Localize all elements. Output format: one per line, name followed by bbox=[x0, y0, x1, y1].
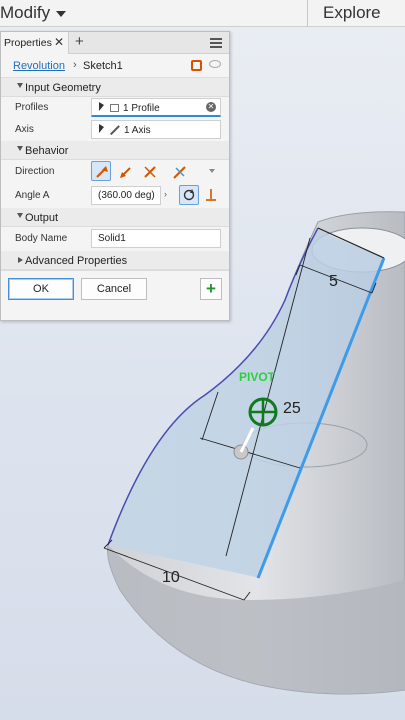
ribbon-separator bbox=[307, 0, 308, 27]
cancel-button[interactable]: Cancel bbox=[81, 278, 147, 300]
tab-properties-label: Properties bbox=[4, 37, 52, 49]
profiles-selector[interactable]: 1 Profile ✕ bbox=[91, 98, 221, 117]
tab-properties[interactable]: Properties ✕ bbox=[1, 32, 69, 54]
command-link[interactable]: Revolution bbox=[13, 60, 65, 72]
panel-buttons: OK Cancel + bbox=[1, 270, 229, 308]
hamburger-menu-icon[interactable] bbox=[210, 38, 222, 48]
axis-value: 1 Axis bbox=[124, 125, 151, 136]
chevron-down-icon[interactable] bbox=[209, 169, 215, 173]
direction-asymmetric-button[interactable] bbox=[169, 161, 189, 181]
angle-terminator-icon[interactable] bbox=[204, 187, 218, 206]
axis-row: Axis 1 Axis bbox=[1, 119, 229, 141]
eye-icon[interactable] bbox=[209, 60, 221, 68]
direction-row: Direction bbox=[1, 160, 229, 184]
axis-selector[interactable]: 1 Axis bbox=[91, 120, 221, 139]
dimension-top[interactable]: 5 bbox=[329, 273, 338, 290]
explore-tab[interactable]: Explore bbox=[323, 3, 381, 23]
clear-selection-icon[interactable]: ✕ bbox=[206, 102, 216, 112]
ribbon: Modify Explore bbox=[0, 0, 405, 27]
collapse-triangle-icon bbox=[17, 83, 23, 88]
rotate-icon bbox=[183, 189, 195, 201]
chevron-right-icon: › bbox=[73, 59, 77, 71]
direction-flip-icon bbox=[120, 167, 131, 178]
section-output[interactable]: Output bbox=[1, 208, 229, 227]
axis-label: Axis bbox=[15, 124, 34, 135]
angle-label: Angle A bbox=[15, 190, 50, 201]
add-new-icon[interactable]: + bbox=[200, 278, 222, 300]
add-tab-icon[interactable]: + bbox=[75, 33, 84, 50]
profile-icon bbox=[110, 104, 119, 112]
chevron-down-icon bbox=[56, 10, 67, 17]
section-advanced-label: Advanced Properties bbox=[25, 255, 128, 267]
angle-input[interactable]: (360.00 deg) bbox=[91, 186, 161, 205]
section-behavior-label: Behavior bbox=[25, 145, 69, 157]
properties-panel: Properties ✕ + Revolution › Sketch1 Inpu… bbox=[0, 31, 230, 321]
section-input-geometry[interactable]: Input Geometry bbox=[1, 78, 229, 97]
expand-triangle-icon bbox=[18, 257, 23, 263]
pivot-label: PIVOT bbox=[239, 370, 276, 384]
axis-line-icon bbox=[110, 125, 120, 135]
profiles-label: Profiles bbox=[15, 102, 49, 113]
collapse-triangle-icon bbox=[17, 146, 23, 151]
dimension-bottom[interactable]: 10 bbox=[162, 569, 180, 586]
direction-asymmetric-icon bbox=[173, 166, 186, 179]
direction-flip-button[interactable] bbox=[115, 161, 135, 181]
section-output-label: Output bbox=[25, 212, 59, 224]
collapse-triangle-icon bbox=[17, 213, 23, 218]
panel-tabbar: Properties ✕ + bbox=[1, 32, 229, 54]
section-input-geometry-label: Input Geometry bbox=[25, 82, 101, 94]
profiles-value: 1 Profile bbox=[123, 103, 160, 114]
chevron-right-icon[interactable]: › bbox=[164, 189, 167, 199]
modify-menu[interactable]: Modify bbox=[0, 3, 67, 23]
sketch-cube-icon[interactable] bbox=[191, 60, 202, 71]
full-revolution-button[interactable] bbox=[179, 185, 199, 205]
section-behavior[interactable]: Behavior bbox=[1, 141, 229, 160]
body-name-input[interactable]: Solid1 bbox=[91, 229, 221, 248]
cursor-arrow-icon bbox=[98, 102, 106, 112]
direction-symmetric-icon bbox=[144, 166, 156, 178]
direction-symmetric-button[interactable] bbox=[139, 161, 159, 181]
modify-label: Modify bbox=[0, 3, 51, 22]
close-icon[interactable]: ✕ bbox=[54, 35, 64, 49]
ok-button[interactable]: OK bbox=[8, 278, 74, 300]
dimension-mid[interactable]: 25 bbox=[283, 400, 301, 417]
angle-row: Angle A (360.00 deg) › bbox=[1, 184, 229, 208]
direction-one-side-button[interactable] bbox=[91, 161, 111, 181]
sketch-name: Sketch1 bbox=[83, 60, 123, 72]
pivot-icon[interactable] bbox=[248, 397, 278, 427]
direction-one-side-icon bbox=[96, 166, 108, 178]
body-name-row: Body Name Solid1 bbox=[1, 227, 229, 251]
direction-label: Direction bbox=[15, 166, 55, 177]
cursor-arrow-icon bbox=[98, 124, 106, 134]
section-advanced-properties[interactable]: Advanced Properties bbox=[1, 251, 229, 270]
breadcrumb: Revolution › Sketch1 bbox=[1, 54, 229, 78]
profiles-row: Profiles 1 Profile ✕ bbox=[1, 97, 229, 119]
body-name-label: Body Name bbox=[15, 233, 68, 244]
